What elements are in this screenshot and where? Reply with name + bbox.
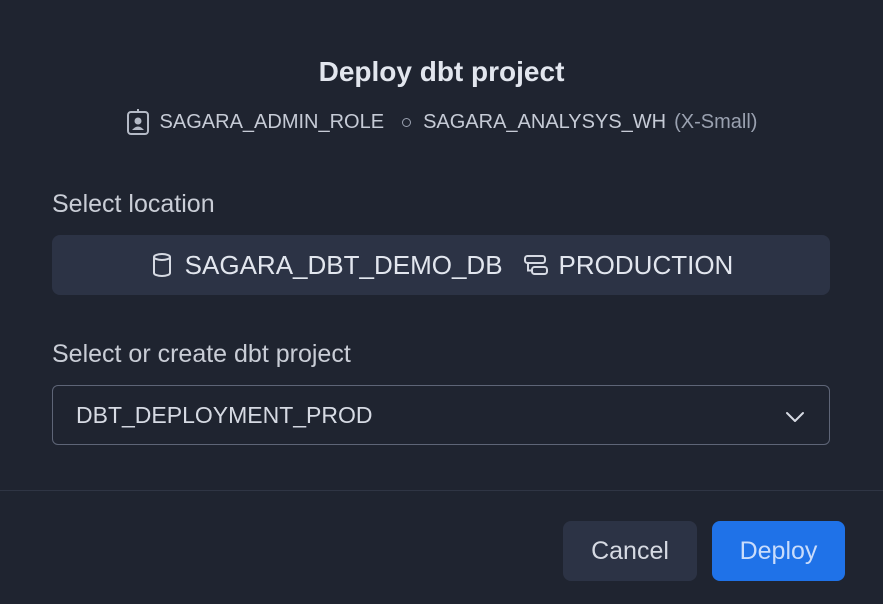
project-label: Select or create dbt project	[52, 340, 351, 368]
deploy-button[interactable]: Deploy	[712, 521, 845, 581]
deploy-dialog: Deploy dbt project SAGARA_ADMIN_ROLE SAG…	[0, 0, 883, 604]
role-name: SAGARA_ADMIN_ROLE	[159, 110, 385, 133]
role-badge-icon	[126, 108, 150, 136]
dialog-title: Deploy dbt project	[318, 56, 565, 87]
location-display: SAGARA_DBT_DEMO_DB PRODUCTION	[52, 235, 830, 295]
footer-divider	[0, 490, 883, 491]
project-select[interactable]: DBT_DEPLOYMENT_PROD	[52, 385, 830, 445]
warehouse-name: SAGARA_ANALYSYS_WH	[423, 110, 667, 133]
chevron-down-icon[interactable]	[785, 402, 805, 429]
warehouse-size: (X-Small)	[674, 110, 758, 133]
cancel-button[interactable]: Cancel	[563, 521, 697, 581]
context-row: SAGARA_ADMIN_ROLE SAGARA_ANALYSYS_WH (X-…	[0, 108, 883, 136]
database-name: SAGARA_DBT_DEMO_DB	[184, 249, 503, 280]
separator-dot	[402, 117, 412, 127]
schema-icon	[523, 250, 549, 280]
schema-name: PRODUCTION	[558, 249, 734, 280]
location-label: Select location	[52, 190, 215, 218]
project-selected-value: DBT_DEPLOYMENT_PROD	[76, 401, 373, 428]
database-icon	[149, 250, 175, 280]
